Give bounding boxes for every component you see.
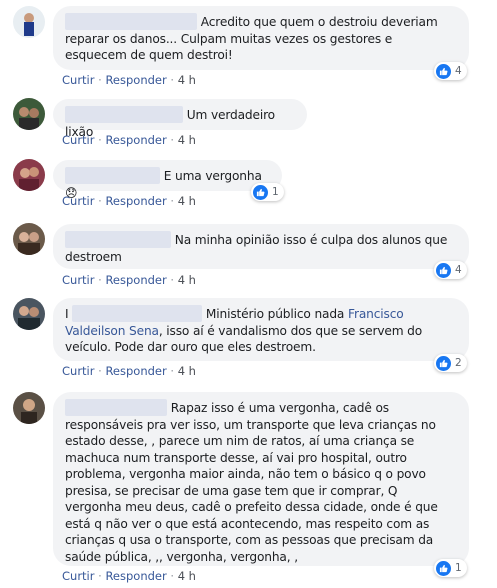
reply-link[interactable]: Responder xyxy=(105,194,166,208)
comment-bubble: I Ministério público nada Francisco Vald… xyxy=(53,298,469,361)
redacted-author-name[interactable] xyxy=(65,167,160,184)
comment-text: Ministério público nada xyxy=(205,307,345,321)
avatar[interactable] xyxy=(13,223,45,255)
redacted-author-name[interactable] xyxy=(65,231,171,248)
timestamp[interactable]: 4 h xyxy=(178,273,196,287)
reaction-count[interactable]: 4 xyxy=(434,261,467,279)
comment-actions: Curtir · Responder · 4 h xyxy=(62,569,196,583)
redacted-author-name[interactable] xyxy=(65,13,197,30)
reaction-count[interactable]: 4 xyxy=(434,62,467,80)
comment-text: Rapaz isso é uma vergonha, cadê os respo… xyxy=(65,401,438,564)
avatar[interactable] xyxy=(13,298,45,330)
comment-actions: Curtir · Responder · 4 h xyxy=(62,73,196,87)
timestamp[interactable]: 4 h xyxy=(178,194,196,208)
comment-bubble: Um verdadeiro lixão xyxy=(53,99,307,139)
comment-bubble: Acredito que quem o destroiu deveriam re… xyxy=(53,6,469,70)
reaction-count[interactable]: 1 xyxy=(434,559,467,577)
like-link[interactable]: Curtir xyxy=(62,194,94,208)
timestamp[interactable]: 4 h xyxy=(178,569,196,583)
reply-link[interactable]: Responder xyxy=(105,273,166,287)
author-initial[interactable]: I xyxy=(65,307,69,321)
comment-bubble: Rapaz isso é uma vergonha, cadê os respo… xyxy=(53,392,469,566)
thumbs-up-icon xyxy=(436,560,451,576)
reply-link[interactable]: Responder xyxy=(105,569,166,583)
avatar[interactable] xyxy=(13,392,45,424)
comment-bubble: Na minha opinião isso é culpa dos alunos… xyxy=(53,224,469,269)
reply-link[interactable]: Responder xyxy=(105,133,166,147)
avatar[interactable] xyxy=(13,159,45,191)
comment-bubble: E uma vergonha 😞 xyxy=(53,160,282,200)
like-link[interactable]: Curtir xyxy=(62,273,94,287)
timestamp[interactable]: 4 h xyxy=(178,364,196,378)
comment-text: E uma vergonha xyxy=(163,169,262,183)
comment-actions: Curtir · Responder · 4 h xyxy=(62,364,196,378)
redacted-author-name[interactable] xyxy=(72,305,203,322)
thumbs-up-icon xyxy=(253,184,268,200)
reaction-count[interactable]: 1 xyxy=(251,183,284,201)
timestamp[interactable]: 4 h xyxy=(178,133,196,147)
comment-actions: Curtir · Responder · 4 h xyxy=(62,194,196,208)
thumbs-up-icon xyxy=(436,63,451,79)
like-link[interactable]: Curtir xyxy=(62,569,94,583)
reply-link[interactable]: Responder xyxy=(105,364,166,378)
thumbs-up-icon xyxy=(436,262,451,278)
avatar[interactable] xyxy=(13,6,45,38)
like-link[interactable]: Curtir xyxy=(62,133,94,147)
reaction-count[interactable]: 2 xyxy=(434,354,467,372)
comment-actions: Curtir · Responder · 4 h xyxy=(62,133,196,147)
like-link[interactable]: Curtir xyxy=(62,364,94,378)
timestamp[interactable]: 4 h xyxy=(178,73,196,87)
avatar[interactable] xyxy=(13,98,45,130)
reply-link[interactable]: Responder xyxy=(105,73,166,87)
redacted-author-name[interactable] xyxy=(65,399,167,416)
thumbs-up-icon xyxy=(436,355,451,371)
redacted-author-name[interactable] xyxy=(65,106,183,123)
comment-actions: Curtir · Responder · 4 h xyxy=(62,273,196,287)
like-link[interactable]: Curtir xyxy=(62,73,94,87)
